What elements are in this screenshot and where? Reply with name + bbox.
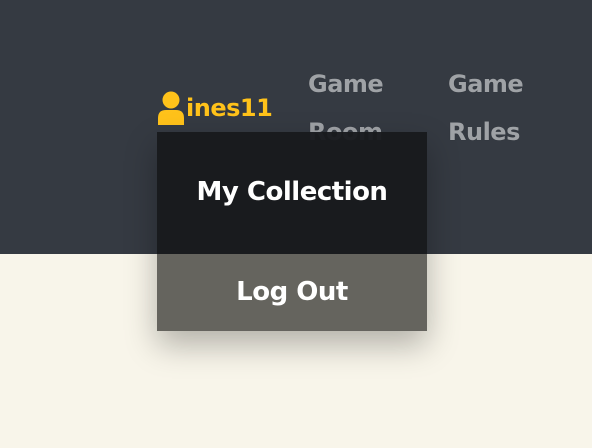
nav-link-game-rules[interactable]: Game Rules	[448, 60, 524, 156]
nav-link-game-rules-line2: Rules	[448, 118, 520, 146]
user-icon	[157, 91, 185, 125]
nav-link-game-rules-line1: Game	[448, 70, 524, 98]
menu-item-log-out[interactable]: Log Out	[157, 254, 427, 331]
user-menu-toggle[interactable]: ines11	[157, 90, 273, 126]
menu-item-my-collection[interactable]: My Collection	[157, 132, 427, 254]
nav-link-game-room-line1: Game	[308, 70, 384, 98]
user-dropdown-menu: My Collection Log Out	[157, 132, 427, 331]
username-label: ines11	[186, 94, 273, 122]
